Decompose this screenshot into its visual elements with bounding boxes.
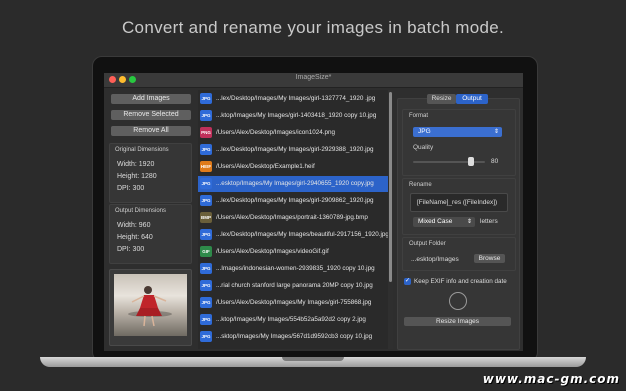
preview-figure: [128, 286, 172, 327]
file-type-badge-icon: PNG: [200, 127, 212, 138]
file-row[interactable]: JPG ...sktop/Images/My Images/567d1d9592c…: [198, 329, 388, 345]
keep-exif-label: Keep EXIF info and creation date: [414, 278, 507, 285]
rename-title: Rename: [409, 182, 432, 188]
file-type-badge-icon: JPG: [200, 263, 212, 274]
laptop-notch: [282, 357, 344, 361]
file-row[interactable]: JPG ...lex/Desktop/Images/My Images/beaut…: [198, 227, 388, 243]
browse-button[interactable]: Browse: [474, 254, 505, 263]
format-section: Format JPG ⇕ Quality 80: [402, 109, 516, 176]
quality-slider[interactable]: [413, 161, 485, 163]
file-path: ...lex/Desktop/Images/My Images/girl-292…: [216, 146, 374, 153]
quality-slider-knob[interactable]: [467, 157, 474, 166]
window-title: ImageSize*: [295, 74, 332, 81]
scrollbar-thumb[interactable]: [389, 92, 392, 282]
file-row[interactable]: JPG ...lex/Desktop/Images/My Images/girl-…: [198, 142, 388, 158]
resize-images-button[interactable]: Resize Images: [404, 317, 511, 326]
file-row[interactable]: GIF/Users/Alex/Desktop/Images/videoGif.g…: [198, 244, 388, 260]
quality-label: Quality: [413, 144, 434, 151]
file-row[interactable]: JPG ...esktop/Images/My Images/girl-29406…: [198, 176, 388, 192]
quality-value: 80: [491, 158, 499, 165]
file-row[interactable]: HEIF/Users/Alex/Desktop/Example1.heif: [198, 159, 388, 175]
file-path: ...lex/Desktop/Images/My Images/girl-132…: [216, 95, 376, 102]
file-path: /Users/Alex/Desktop/Example1.heif: [216, 163, 315, 170]
preview-photo: [114, 274, 187, 336]
file-path: /Users/Alex/Desktop/Images/portrait-1360…: [216, 214, 368, 221]
file-row[interactable]: JPG ...ktop/Images/My Images/554b52a5a92d…: [198, 312, 388, 328]
case-value: Mixed Case: [418, 218, 453, 225]
file-type-badge-icon: JPG: [200, 93, 212, 104]
app-window: ImageSize* Add Images Remove Selected Re…: [104, 73, 523, 351]
progress-indicator: [449, 292, 467, 310]
format-select[interactable]: JPG ⇕: [413, 127, 502, 137]
file-type-badge-icon: BMP: [200, 212, 212, 223]
output-dpi: DPI: 300: [117, 246, 145, 253]
file-row[interactable]: JPG ...lex/Desktop/Images/My Images/girl-…: [198, 91, 388, 107]
file-path: ...rial church stanford large panorama 2…: [216, 282, 373, 289]
file-path: ...ktop/Images/My Images/554b52a5a92d2 c…: [216, 316, 366, 323]
file-row[interactable]: PNG/Users/Alex/Desktop/Images/icon1024.p…: [198, 125, 388, 141]
file-path: /Users/Alex/Desktop/Images/icon1024.png: [216, 129, 336, 136]
output-folder-title: Output Folder: [409, 241, 446, 247]
file-row[interactable]: JPG ...ktop/Images/My Images/girl-1403418…: [198, 108, 388, 124]
file-path: ...Images/indonesian-women-2939835_1920 …: [216, 265, 375, 272]
original-dimensions-panel: Original Dimensions Width: 1920 Height: …: [109, 143, 192, 203]
file-path: ...sktop/Images/My Images/567d1d9592cb3 …: [216, 333, 373, 340]
output-folder-path: ...esktop/Images: [411, 256, 459, 263]
original-height: Height: 1280: [117, 173, 157, 180]
tab-output[interactable]: Output: [456, 94, 488, 104]
original-width: Width: 1920: [117, 161, 155, 168]
tab-resize[interactable]: Resize: [427, 94, 456, 104]
output-dimensions-title: Output Dimensions: [115, 208, 167, 214]
file-type-badge-icon: JPG: [200, 144, 212, 155]
file-list[interactable]: JPG ...lex/Desktop/Images/My Images/girl-…: [198, 90, 388, 349]
remove-selected-button[interactable]: Remove Selected: [111, 110, 191, 120]
file-type-badge-icon: JPG: [200, 110, 212, 121]
keep-exif-checkbox[interactable]: ✓: [404, 278, 411, 285]
file-type-badge-icon: JPG: [200, 195, 212, 206]
output-height: Height: 640: [117, 234, 153, 241]
file-type-badge-icon: JPG: [200, 314, 212, 325]
headline: Convert and rename your images in batch …: [121, 18, 505, 37]
image-preview: [109, 269, 192, 346]
file-type-badge-icon: JPG: [200, 331, 212, 342]
format-title: Format: [409, 113, 429, 119]
case-select[interactable]: Mixed Case ⇕: [413, 217, 475, 227]
rename-pattern-field[interactable]: [FileName]_res ([FileIndex]): [410, 193, 508, 212]
file-list-scrollbar[interactable]: [388, 90, 393, 349]
file-type-badge-icon: JPG: [200, 229, 212, 240]
chevron-updown-icon: ⇕: [466, 219, 472, 225]
file-type-badge-icon: JPG: [200, 280, 212, 291]
rename-section: Rename [FileName]_res ([FileIndex]) Mixe…: [402, 178, 516, 235]
file-type-badge-icon: JPG: [200, 178, 212, 189]
file-path: ...esktop/Images/My Images/girl-2940655_…: [216, 180, 374, 187]
file-row[interactable]: JPG/Users/Alex/Desktop/Images/My Images/…: [198, 295, 388, 311]
file-path: /Users/Alex/Desktop/Images/My Images/gir…: [216, 299, 372, 306]
output-dimensions-panel: Output Dimensions Width: 960 Height: 640…: [109, 204, 192, 264]
add-images-button[interactable]: Add Images: [111, 94, 191, 104]
file-row[interactable]: JPG ...rial church stanford large panoram…: [198, 278, 388, 294]
file-row[interactable]: JPG ...Images/indonesian-women-2939835_19…: [198, 261, 388, 277]
file-path: ...lex/Desktop/Images/My Images/beautifu…: [216, 231, 388, 238]
output-folder-section: Output Folder ...esktop/Images Browse: [402, 237, 516, 271]
watermark-text: www.mac-gm.com: [482, 372, 620, 386]
letters-label: letters: [480, 218, 498, 225]
chevron-updown-icon: ⇕: [493, 129, 499, 135]
rename-pattern-value: [FileName]_res ([FileIndex]): [417, 199, 498, 206]
file-type-badge-icon: JPG: [200, 297, 212, 308]
file-path: /Users/Alex/Desktop/Images/videoGif.gif: [216, 248, 329, 255]
title-bar: ImageSize*: [104, 73, 523, 88]
original-dimensions-title: Original Dimensions: [115, 147, 169, 153]
file-path: ...ktop/Images/My Images/girl-1403418_19…: [216, 112, 377, 119]
file-type-badge-icon: HEIF: [200, 161, 212, 172]
output-width: Width: 960: [117, 222, 151, 229]
file-row[interactable]: BMP/Users/Alex/Desktop/Images/portrait-1…: [198, 210, 388, 226]
remove-all-button[interactable]: Remove All: [111, 126, 191, 136]
file-row[interactable]: JPG ...lex/Desktop/Images/My Images/girl-…: [198, 193, 388, 209]
original-dpi: DPI: 300: [117, 185, 145, 192]
file-path: ...lex/Desktop/Images/My Images/girl-290…: [216, 197, 374, 204]
format-value: JPG: [418, 128, 431, 135]
file-type-badge-icon: GIF: [200, 246, 212, 257]
